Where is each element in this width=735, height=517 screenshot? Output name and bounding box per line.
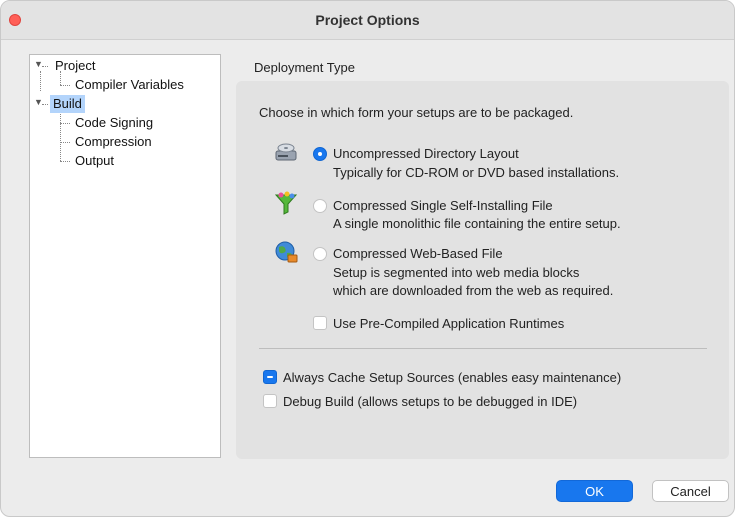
web-based-label[interactable]: Compressed Web-Based File	[333, 246, 503, 261]
tree-connector	[60, 161, 70, 162]
tree-expand-caret[interactable]: ▼	[34, 59, 43, 69]
title-bar: Project Options	[1, 1, 734, 40]
web-based-desc-line1: Setup is segmented into web media blocks	[333, 265, 580, 280]
tree-item-project[interactable]: Project	[52, 57, 98, 75]
disk-drive-icon	[275, 143, 297, 161]
tree-item-build[interactable]: Build	[50, 95, 85, 113]
single-file-desc: A single monolithic file containing the …	[333, 216, 621, 231]
single-file-radio[interactable]	[313, 199, 327, 213]
tree-item-compression[interactable]: Compression	[72, 133, 155, 151]
always-cache-label[interactable]: Always Cache Setup Sources (enables easy…	[283, 370, 621, 385]
web-based-desc-line2: which are downloaded from the web as req…	[333, 283, 614, 298]
debug-build-checkbox[interactable]	[263, 394, 277, 408]
single-file-label[interactable]: Compressed Single Self-Installing File	[333, 198, 553, 213]
tree-item-code-signing[interactable]: Code Signing	[72, 114, 156, 132]
tree-item-compiler-variables[interactable]: Compiler Variables	[72, 76, 187, 94]
always-cache-checkbox[interactable]	[263, 370, 277, 384]
project-options-dialog: Project Options ▼ Project Compiler Varia…	[0, 0, 735, 517]
tree-expand-caret[interactable]: ▼	[34, 97, 43, 107]
uncompressed-layout-label[interactable]: Uncompressed Directory Layout	[333, 146, 519, 161]
tree-connector	[42, 104, 48, 105]
precompiled-runtimes-checkbox[interactable]	[313, 316, 327, 330]
ok-button[interactable]: OK	[556, 480, 633, 502]
tree-connector	[60, 123, 70, 124]
globe-icon	[275, 241, 298, 263]
cancel-button[interactable]: Cancel	[652, 480, 729, 502]
deployment-intro-text: Choose in which form your setups are to …	[259, 105, 574, 120]
tree-connector	[60, 142, 70, 143]
tree-connector	[42, 66, 48, 67]
uncompressed-layout-radio[interactable]	[313, 147, 327, 161]
uncompressed-layout-desc: Typically for CD-ROM or DVD based instal…	[333, 165, 620, 180]
web-based-radio[interactable]	[313, 247, 327, 261]
funnel-icon	[274, 191, 298, 215]
debug-build-label[interactable]: Debug Build (allows setups to be debugge…	[283, 394, 577, 409]
deployment-type-label: Deployment Type	[254, 60, 355, 75]
tree-connector	[60, 85, 70, 86]
tree-connector	[60, 111, 61, 161]
precompiled-runtimes-label[interactable]: Use Pre-Compiled Application Runtimes	[333, 316, 564, 331]
tree-item-output[interactable]: Output	[72, 152, 117, 170]
dialog-title: Project Options	[315, 12, 420, 28]
tree-connector	[40, 71, 41, 91]
section-divider	[259, 348, 707, 349]
options-tree[interactable]: ▼ Project Compiler Variables ▼ Build Cod…	[29, 54, 221, 458]
